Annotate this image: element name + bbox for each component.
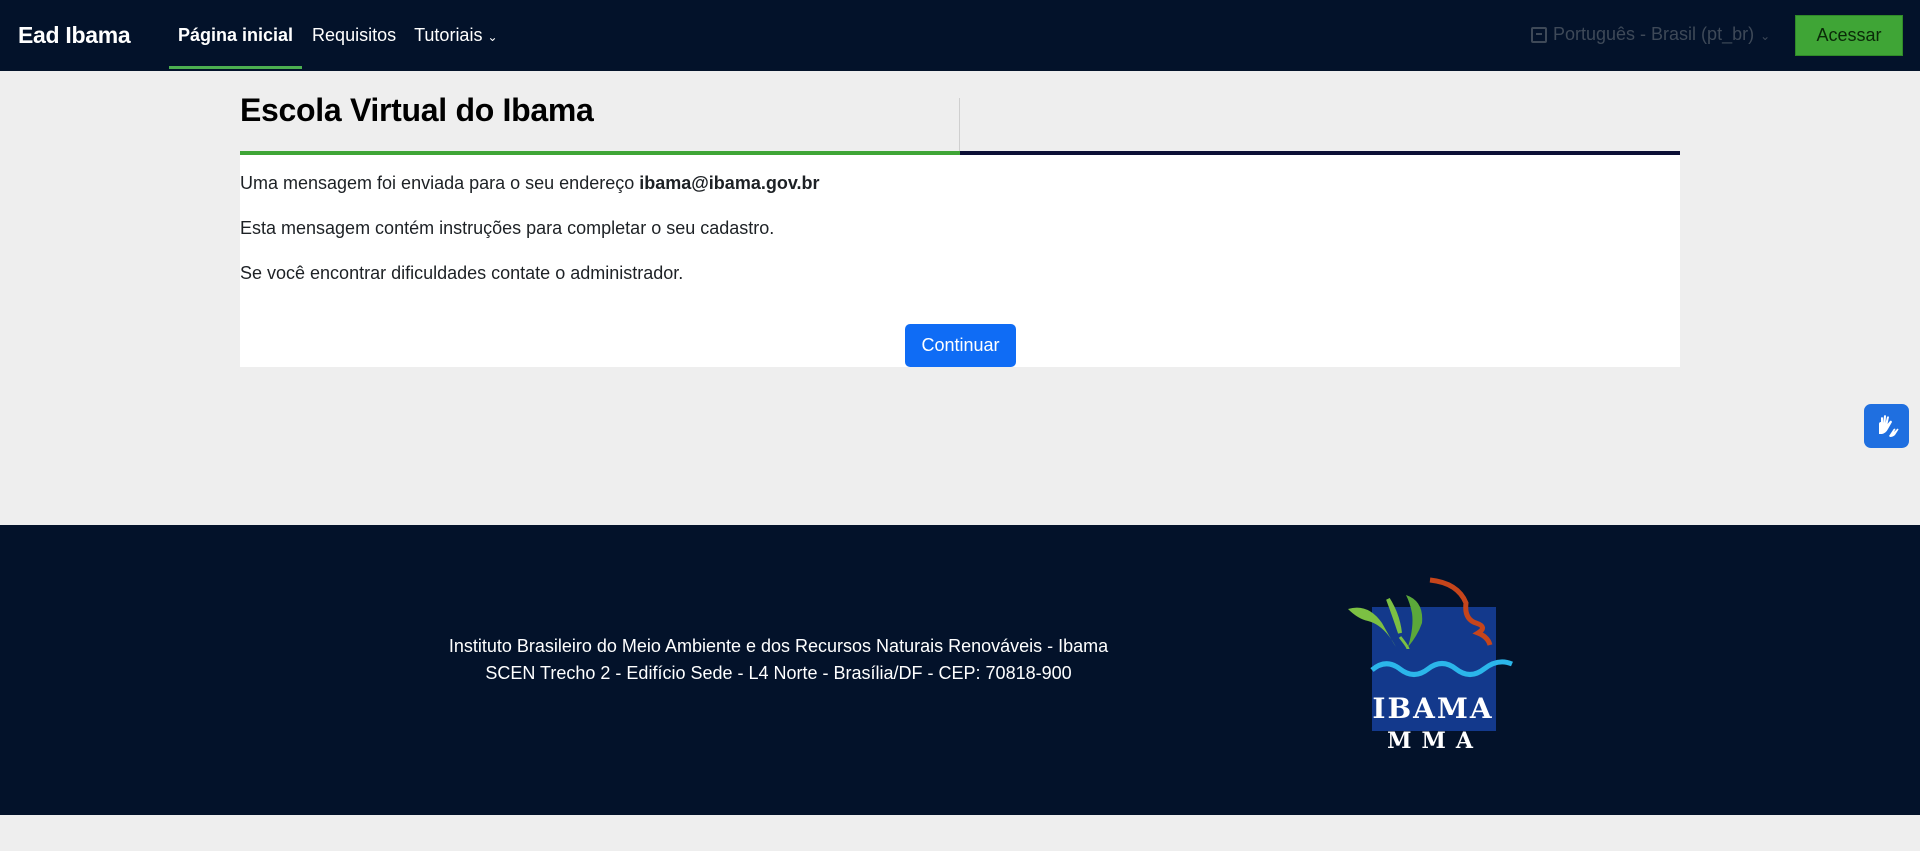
page-title: Escola Virtual do Ibama: [240, 92, 594, 128]
nav-home[interactable]: Página inicial: [169, 0, 303, 71]
language-selector[interactable]: Português - Brasil (pt_br) ⌄: [1531, 24, 1770, 45]
email-sent-message: Uma mensagem foi enviada para o seu ende…: [240, 173, 820, 194]
email-address: ibama@ibama.gov.br: [639, 173, 820, 193]
language-icon: [1531, 26, 1547, 43]
chevron-down-icon: ⌄: [487, 29, 498, 44]
site-brand[interactable]: Ead Ibama: [18, 22, 151, 49]
confirmation-card: Uma mensagem foi enviada para o seu ende…: [240, 155, 1680, 367]
nav-tutorials-dropdown[interactable]: Tutoriais ⌄: [414, 0, 497, 71]
logo-ibama-text: IBAMA: [1372, 692, 1493, 725]
email-sent-text: Uma mensagem foi enviada para o seu ende…: [240, 173, 640, 193]
footer-institution: Instituto Brasileiro do Meio Ambiente e …: [448, 636, 1109, 656]
header-divider: [959, 98, 960, 155]
instructions-message: Esta mensagem contém instruções para com…: [240, 218, 775, 238]
language-label: Português - Brasil (pt_br): [1553, 24, 1755, 44]
ibama-logo: IBAMA MMA: [1348, 577, 1513, 754]
footer-address: SCEN Trecho 2 - Edifício Sede - L4 Norte…: [485, 663, 1072, 683]
nav-requirements[interactable]: Requisitos: [312, 0, 396, 71]
sign-language-hands-icon: [1878, 415, 1898, 437]
continue-button[interactable]: Continuar: [905, 324, 1016, 367]
nav-home-label: Página inicial: [178, 25, 294, 45]
chevron-down-icon: ⌄: [1760, 28, 1771, 43]
logo-mma-text: MMA: [1387, 728, 1483, 754]
nav-tutorials-label: Tutoriais: [414, 25, 483, 45]
nav-requirements-label: Requisitos: [312, 25, 397, 45]
top-navbar: Ead Ibama Página inicial Requisitos Tuto…: [0, 0, 1920, 71]
help-message: Se você encontrar dificuldades contate o…: [240, 263, 684, 283]
login-button[interactable]: Acessar: [1795, 15, 1903, 56]
accessibility-widget-button[interactable]: [1864, 404, 1909, 448]
site-footer: Instituto Brasileiro do Meio Ambiente e …: [0, 525, 1920, 815]
